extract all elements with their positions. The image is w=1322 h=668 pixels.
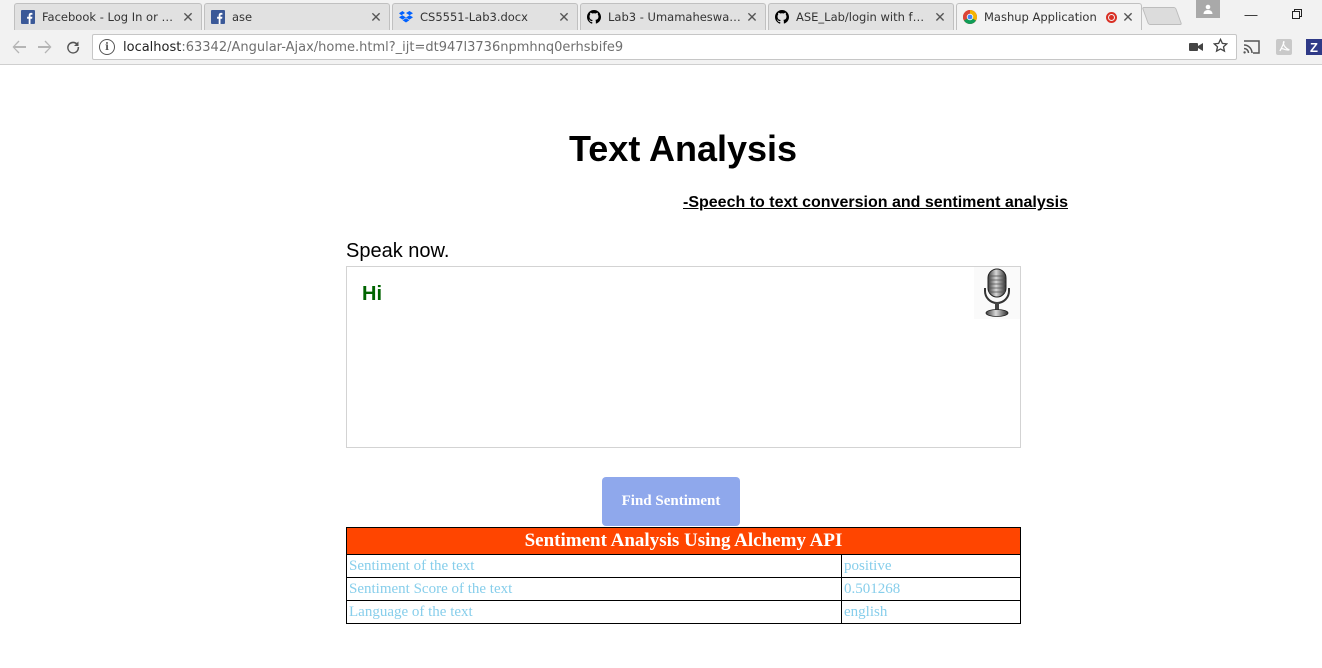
- close-tab-icon[interactable]: ✕: [369, 9, 383, 26]
- find-sentiment-button[interactable]: Find Sentiment: [602, 477, 740, 526]
- browser-tab[interactable]: Lab3 - Umamaheswarare ✕: [580, 3, 766, 30]
- page-subtitle: -Speech to text conversion and sentiment…: [683, 194, 1068, 211]
- table-row: Sentiment Score of the text 0.501268: [346, 577, 1021, 601]
- tab-title: ase: [232, 10, 253, 24]
- facebook-icon: [21, 10, 35, 24]
- url-text: localhost:63342/Angular-Ajax/home.html?_…: [123, 40, 623, 55]
- tab-title: Mashup Application: [984, 10, 1097, 24]
- page-title: Text Analysis: [568, 128, 798, 169]
- recording-icon: [1106, 11, 1117, 23]
- close-tab-icon[interactable]: ✕: [933, 9, 947, 26]
- tab-title: CS5551-Lab3.docx: [420, 10, 528, 24]
- result-label: Sentiment of the text: [346, 554, 842, 578]
- browser-tab[interactable]: CS5551-Lab3.docx ✕: [392, 3, 578, 30]
- pdf-extension-icon[interactable]: [1275, 38, 1293, 56]
- forward-arrow-icon[interactable]: [34, 36, 56, 58]
- result-label: Sentiment Score of the text: [346, 577, 842, 601]
- table-header: Sentiment Analysis Using Alchemy API: [346, 527, 1021, 555]
- speech-text-area[interactable]: Hi: [346, 266, 1021, 448]
- minimize-icon[interactable]: —: [1228, 0, 1274, 28]
- browser-tab-active[interactable]: Mashup Application ✕: [956, 3, 1142, 30]
- cast-icon[interactable]: [1242, 38, 1260, 56]
- browser-tab[interactable]: ase ✕: [204, 3, 390, 30]
- browser-tab[interactable]: Facebook - Log In or Sig ✕: [14, 3, 202, 30]
- close-tab-icon[interactable]: ✕: [557, 9, 571, 26]
- tab-title: ASE_Lab/login with face: [796, 10, 929, 24]
- back-arrow-icon[interactable]: [8, 36, 30, 58]
- facebook-icon: [211, 10, 225, 24]
- close-tab-icon[interactable]: ✕: [745, 9, 759, 26]
- result-value: 0.501268: [841, 577, 1021, 601]
- result-value: english: [841, 600, 1021, 624]
- new-tab-button[interactable]: [1141, 7, 1183, 25]
- table-row: Language of the text english: [346, 600, 1021, 624]
- sentiment-results-table: Sentiment Analysis Using Alchemy API Sen…: [346, 527, 1021, 624]
- address-bar[interactable]: i localhost:63342/Angular-Ajax/home.html…: [92, 34, 1237, 60]
- tab-title: Facebook - Log In or Sig: [42, 10, 177, 24]
- profile-icon[interactable]: [1196, 0, 1220, 18]
- reload-icon[interactable]: [62, 36, 84, 58]
- info-icon[interactable]: i: [99, 39, 115, 55]
- camera-icon[interactable]: [1189, 39, 1203, 57]
- browser-tab[interactable]: ASE_Lab/login with face ✕: [768, 3, 954, 30]
- result-label: Language of the text: [346, 600, 842, 624]
- speak-prompt: Speak now.: [346, 240, 450, 262]
- url-path: :63342/Angular-Ajax/home.html?_ijt=dt947…: [181, 39, 624, 55]
- github-icon: [587, 10, 601, 24]
- table-row: Sentiment of the text positive: [346, 554, 1021, 578]
- zotero-extension-icon[interactable]: Z: [1305, 38, 1322, 56]
- page-content: Text Analysis -Speech to text conversion…: [0, 66, 1322, 668]
- tab-strip: Facebook - Log In or Sig ✕ ase ✕ CS5551-…: [0, 0, 1322, 30]
- tab-title: Lab3 - Umamaheswarare: [608, 10, 741, 24]
- url-host: localhost: [123, 39, 182, 55]
- close-tab-icon[interactable]: ✕: [1121, 9, 1135, 26]
- table-header-row: Sentiment Analysis Using Alchemy API: [346, 527, 1021, 555]
- github-icon: [775, 10, 789, 24]
- bookmark-star-icon[interactable]: [1212, 37, 1229, 58]
- result-value: positive: [841, 554, 1021, 578]
- dropbox-icon: [399, 10, 413, 24]
- close-tab-icon[interactable]: ✕: [181, 9, 195, 26]
- browser-toolbar: i localhost:63342/Angular-Ajax/home.html…: [0, 30, 1322, 65]
- microphone-icon[interactable]: [974, 267, 1020, 319]
- chrome-icon: [963, 10, 977, 24]
- svg-text:Z: Z: [1310, 40, 1318, 55]
- spoken-text: Hi: [362, 283, 382, 305]
- restore-icon[interactable]: [1274, 0, 1320, 28]
